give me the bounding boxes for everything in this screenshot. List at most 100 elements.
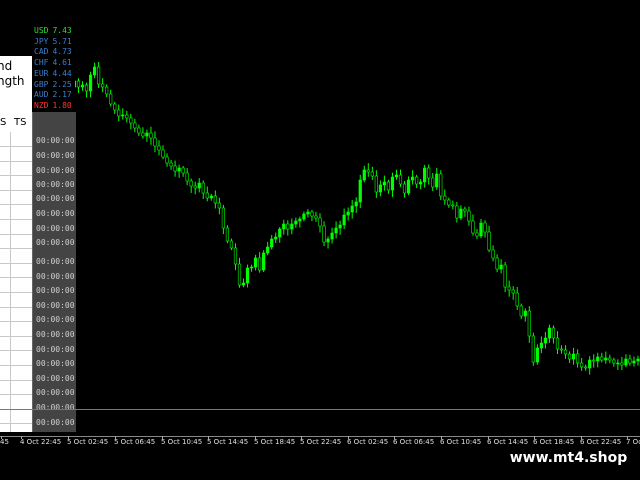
currency-code: JPY xyxy=(34,36,49,46)
time-cell: 00:00:00 xyxy=(36,257,75,266)
candle-body xyxy=(398,174,403,185)
candle-body xyxy=(443,195,447,201)
candle-body xyxy=(322,225,326,243)
time-axis-label: 5 Oct 18:45 xyxy=(254,438,296,446)
grid-line xyxy=(0,379,32,381)
candle-body xyxy=(270,238,274,248)
time-cell: 00:00:00 xyxy=(36,301,75,310)
candle-body xyxy=(415,176,419,185)
candle-body xyxy=(463,208,467,212)
grid-line xyxy=(0,394,32,396)
currency-value: 4.44 xyxy=(52,68,72,78)
candle-body xyxy=(237,263,242,286)
candle-body xyxy=(161,149,165,158)
grid-line xyxy=(0,262,32,264)
candle-body xyxy=(431,177,435,188)
candle-body xyxy=(298,218,302,222)
candle-body xyxy=(439,173,443,197)
grid-line xyxy=(0,233,32,235)
candle-body xyxy=(129,117,133,124)
candle-body xyxy=(499,264,503,270)
candle-body xyxy=(330,232,334,240)
candle-body xyxy=(571,353,576,360)
candle-body xyxy=(519,305,523,317)
currency-value: 7.43 xyxy=(52,26,72,35)
grid-line xyxy=(0,146,32,147)
time-axis-label: 5 Oct 22:45 xyxy=(300,438,342,446)
candle-body xyxy=(543,337,548,344)
trend-label-line2: ngth xyxy=(0,74,25,88)
candle-body xyxy=(555,337,560,350)
candle-body xyxy=(628,358,632,364)
time-cell: 00:00:00 xyxy=(36,209,75,218)
candle-body xyxy=(266,246,270,254)
time-column: 00:00:00 00:00:00 00:00:00 00:00:00 00:00:00… xyxy=(32,112,76,432)
candle-body xyxy=(241,282,246,286)
candle-body xyxy=(109,93,113,105)
time-cell: 00:00:00 xyxy=(36,330,75,339)
time-axis-label: 6 Oct 06:45 xyxy=(393,438,435,446)
candle-body xyxy=(318,217,322,227)
time-axis-label: 5 Oct 02:45 xyxy=(67,438,109,446)
candle-body xyxy=(310,211,314,217)
candle-body xyxy=(205,192,209,199)
candle-body xyxy=(370,171,374,177)
time-cell: 00:00:00 xyxy=(36,136,75,145)
grid-line xyxy=(0,189,32,191)
candle-body xyxy=(390,176,395,191)
candle-body xyxy=(76,80,81,88)
candle-body xyxy=(511,289,515,294)
candle-body xyxy=(149,132,153,139)
candle-body xyxy=(113,103,117,111)
candle-body xyxy=(559,348,564,351)
candle-body xyxy=(567,353,572,360)
horizontal-price-line[interactable] xyxy=(0,409,640,410)
candle-body xyxy=(612,359,616,364)
candle-body xyxy=(217,202,221,209)
candle-body xyxy=(302,213,306,220)
candle-body xyxy=(201,182,205,194)
time-cell: 00:00:00 xyxy=(36,180,75,189)
grid-line xyxy=(0,321,32,323)
currency-row-chf: CHF 4.61 xyxy=(34,58,72,67)
candle-body xyxy=(258,257,262,271)
candle-body xyxy=(576,353,580,364)
time-cell: 00:00:00 xyxy=(36,224,75,233)
candle-body xyxy=(479,222,483,237)
currency-code: CHF xyxy=(34,58,49,68)
currency-value: 5.71 xyxy=(52,36,72,46)
currency-value: 2.17 xyxy=(52,90,72,100)
time-cell: 00:00:00 xyxy=(36,403,75,412)
currency-code: USD xyxy=(34,26,49,35)
candle-body xyxy=(253,257,258,268)
candlestick-chart[interactable] xyxy=(0,0,640,480)
column-header: S TS xyxy=(0,112,32,132)
candle-body xyxy=(455,205,459,219)
currency-value: 2.25 xyxy=(52,79,72,89)
column-header-s: S xyxy=(0,117,7,128)
grid-line xyxy=(0,277,32,279)
candle-body xyxy=(580,362,584,368)
candle-body xyxy=(306,211,310,215)
time-cell: 00:00:00 xyxy=(36,388,75,397)
price-chart-window[interactable]: USD 7.43 JPY 5.71 CAD 4.73 CHF 4.61 EUR 4.44 GBP 2.… xyxy=(0,0,640,480)
trend-label-line1: nd xyxy=(0,59,13,73)
currency-strength-list: USD 7.43 JPY 5.71 CAD 4.73 CHF 4.61 EUR 4.44 GBP 2.… xyxy=(32,22,75,112)
candle-body xyxy=(358,179,362,203)
candle-body xyxy=(563,349,568,355)
currency-value: 4.61 xyxy=(52,58,72,68)
time-axis-label: 5 Oct 06:45 xyxy=(114,438,156,446)
candle-body xyxy=(394,174,399,178)
candle-body xyxy=(249,266,254,269)
currency-row-cad: CAD 4.73 xyxy=(34,47,72,56)
candle-body xyxy=(121,114,125,117)
candle-body xyxy=(386,181,391,191)
candle-body xyxy=(145,132,149,137)
candle-body xyxy=(342,214,346,226)
candle-body xyxy=(278,228,282,238)
candle-body xyxy=(133,122,137,129)
grid-line xyxy=(0,175,32,177)
candle-body xyxy=(419,181,423,185)
candle-body xyxy=(177,167,181,172)
currency-code: AUD xyxy=(34,90,49,100)
